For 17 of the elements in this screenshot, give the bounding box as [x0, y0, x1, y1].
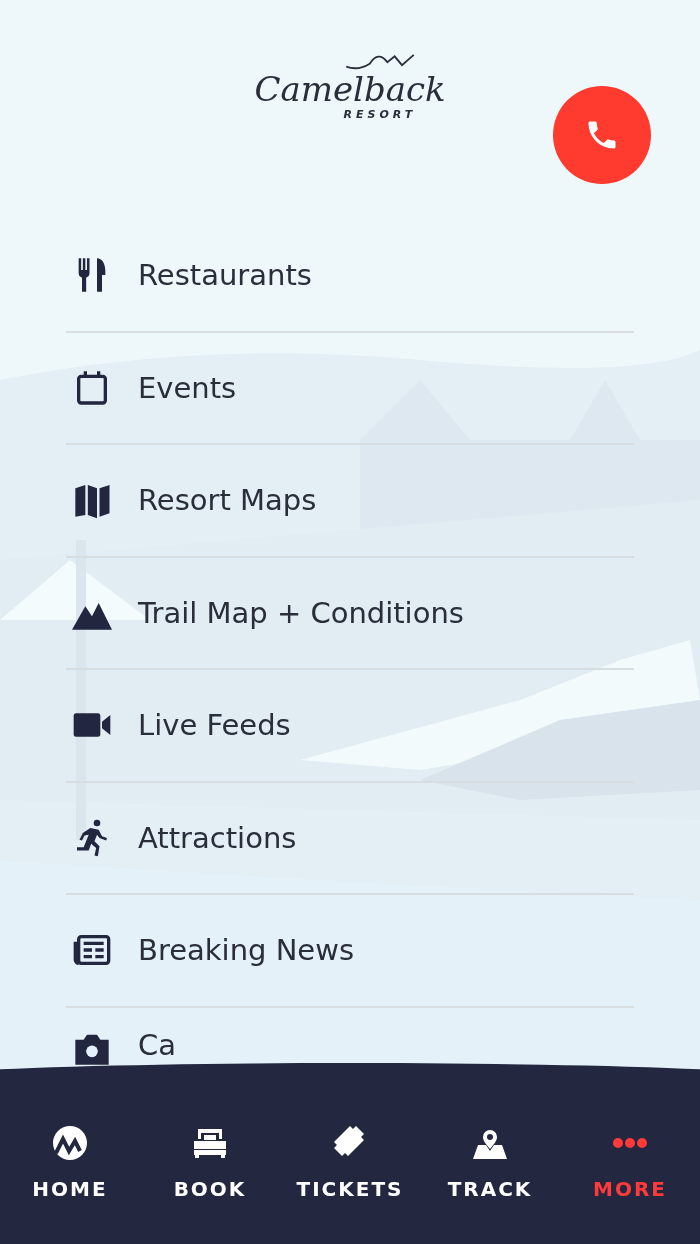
- menu-item[interactable]: Trail Map + Conditions: [66, 557, 634, 670]
- menu-item[interactable]: Live Feeds: [66, 670, 634, 783]
- tab[interactable]: MORE: [560, 1063, 700, 1244]
- more-icon: [613, 1138, 647, 1148]
- menu-item[interactable]: Events: [66, 332, 634, 445]
- tab[interactable]: HOME: [0, 1063, 140, 1244]
- tab[interactable]: TICKETS: [280, 1063, 420, 1244]
- menu-item[interactable]: Ca: [66, 1007, 634, 1064]
- menu-item[interactable]: Breaking News: [66, 895, 634, 1008]
- menu-item[interactable]: Attractions: [66, 782, 634, 895]
- menu-item[interactable]: Resort Maps: [66, 445, 634, 558]
- mountain-circle-icon: [50, 1123, 90, 1163]
- tab[interactable]: TRACK: [420, 1063, 560, 1244]
- tab[interactable]: BOOK: [140, 1063, 280, 1244]
- menu-item[interactable]: Restaurants: [66, 220, 634, 333]
- logo-name: Camelback: [254, 70, 446, 109]
- logo-subtitle: RESORT: [343, 108, 417, 122]
